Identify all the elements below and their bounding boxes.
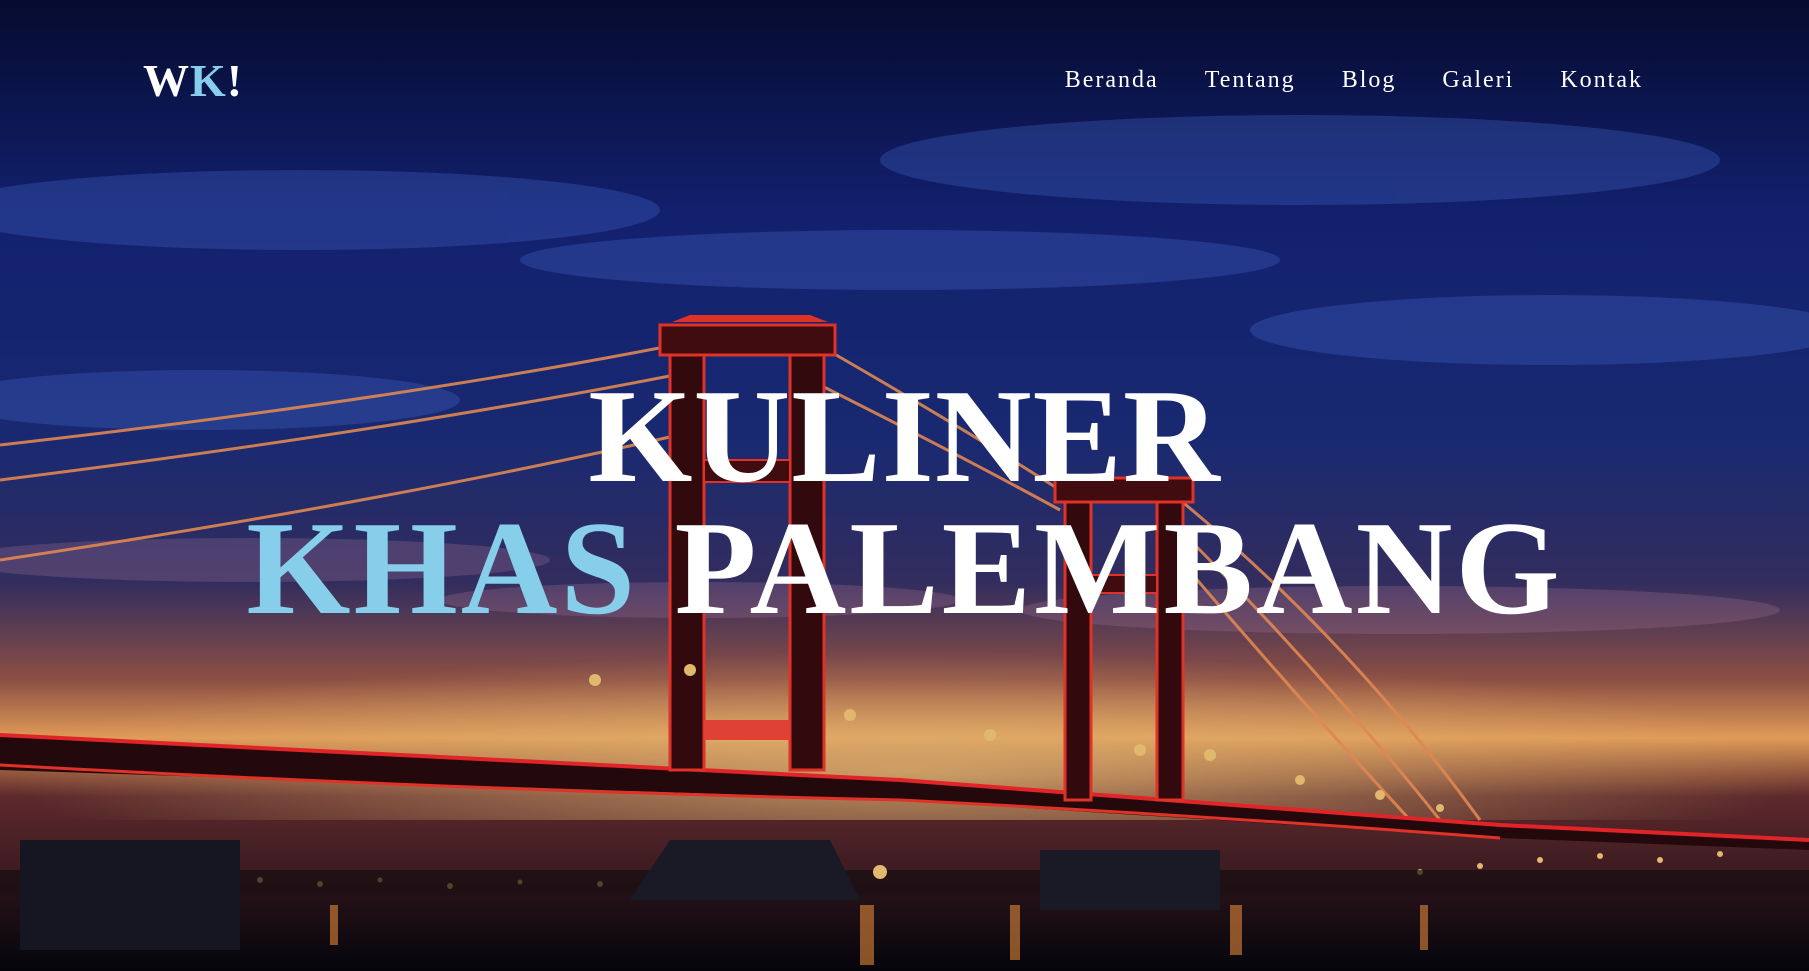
nav-link-kontak[interactable]: Kontak <box>1560 68 1643 92</box>
headline-line-1: KULINER <box>588 362 1221 511</box>
logo-part-exclaim: ! <box>226 55 244 106</box>
main-nav: Beranda Tentang Blog Galeri Kontak <box>1019 68 1643 92</box>
headline-accent-word: KHAS <box>246 494 639 643</box>
logo-part-k: K <box>190 55 227 106</box>
headline-rest: PALEMBANG <box>674 494 1563 643</box>
nav-link-tentang[interactable]: Tentang <box>1205 68 1296 92</box>
hero-headline: KULINER KHAS PALEMBANG <box>0 369 1809 635</box>
nav-link-beranda[interactable]: Beranda <box>1065 68 1159 92</box>
site-logo[interactable]: WK! <box>143 58 243 104</box>
nav-link-blog[interactable]: Blog <box>1342 68 1397 92</box>
hero-section: WK! Beranda Tentang Blog Galeri Kontak K… <box>0 0 1809 971</box>
navbar: WK! Beranda Tentang Blog Galeri Kontak <box>0 0 1809 170</box>
logo-part-w: W <box>143 55 190 106</box>
headline-line-2: KHAS PALEMBANG <box>0 501 1809 635</box>
nav-link-galeri[interactable]: Galeri <box>1442 68 1514 92</box>
